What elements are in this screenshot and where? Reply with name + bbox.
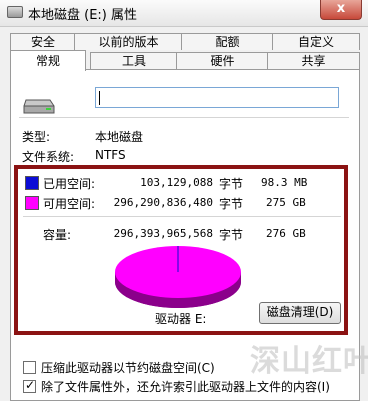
tab-tools[interactable]: 工具 xyxy=(90,52,178,69)
filesystem-label: 文件系统: xyxy=(22,150,75,164)
tab-row-top: 安全 以前的版本 配额 自定义 xyxy=(10,33,360,50)
tab-customize[interactable]: 自定义 xyxy=(272,33,360,50)
used-space-size: 98.3 MB xyxy=(261,176,308,189)
tab-hardware[interactable]: 硬件 xyxy=(176,52,269,69)
disk-cleanup-button[interactable]: 磁盘清理(D) xyxy=(259,302,341,324)
capacity-unit: 字节 xyxy=(219,228,244,242)
capacity-size: 276 GB xyxy=(266,227,306,240)
checkmark-icon: ✓ xyxy=(25,378,36,392)
used-space-bytes: 103,129,088 xyxy=(140,176,213,189)
divider xyxy=(23,216,341,217)
hard-drive-icon xyxy=(23,99,55,114)
free-space-size: 275 GB xyxy=(266,196,306,209)
free-space-label: 可用空间: xyxy=(43,197,96,211)
tab-sharing[interactable]: 共享 xyxy=(267,52,360,69)
index-label: 除了文件属性外，还允许索引此驱动器上文件的内容(I) xyxy=(41,380,330,394)
tab-previous-versions[interactable]: 以前的版本 xyxy=(74,33,183,50)
used-space-label: 已用空间: xyxy=(43,177,96,191)
text-caret xyxy=(99,91,100,105)
free-space-bytes: 296,290,836,480 xyxy=(113,196,213,209)
tab-general[interactable]: 常规 xyxy=(10,50,86,71)
free-space-swatch xyxy=(25,196,39,210)
drive-letter-label: 驱动器 E: xyxy=(155,312,207,326)
tab-row-bottom: 常规 工具 硬件 共享 xyxy=(10,50,360,71)
index-checkbox[interactable]: ✓ xyxy=(23,378,36,393)
type-value: 本地磁盘 xyxy=(95,130,144,144)
compress-checkbox[interactable] xyxy=(23,361,36,374)
close-button[interactable]: x xyxy=(320,0,362,20)
used-space-swatch xyxy=(25,176,39,190)
drive-name-input[interactable] xyxy=(95,87,339,108)
title-bar[interactable]: 本地磁盘 (E:) 属性 x xyxy=(0,0,368,27)
window-title: 本地磁盘 (E:) 属性 xyxy=(28,8,138,23)
used-space-unit: 字节 xyxy=(219,177,244,191)
divider xyxy=(19,117,349,118)
capacity-bytes: 296,393,965,568 xyxy=(113,227,213,240)
filesystem-value: NTFS xyxy=(95,148,126,162)
capacity-label: 容量: xyxy=(43,228,72,242)
disk-usage-pie xyxy=(115,246,241,308)
drive-icon xyxy=(7,6,23,18)
watermark-text: 深山红叶 xyxy=(250,344,368,379)
compress-label: 压缩此驱动器以节约磁盘空间(C) xyxy=(41,361,215,375)
free-space-unit: 字节 xyxy=(219,197,244,211)
type-label: 类型: xyxy=(22,130,51,144)
tab-security[interactable]: 安全 xyxy=(10,33,76,50)
tab-quota[interactable]: 配额 xyxy=(181,33,274,50)
